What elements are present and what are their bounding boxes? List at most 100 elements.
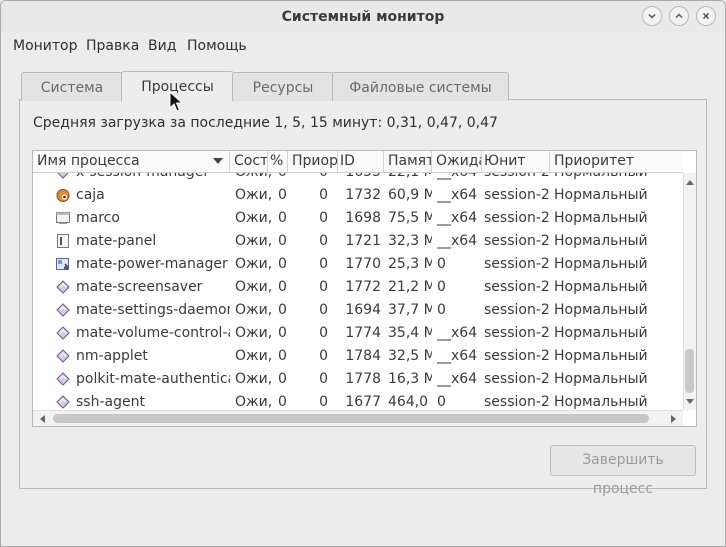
table-row[interactable]: x-session-managerОжи,00165522,1 M__x64se…	[33, 173, 683, 184]
column-header-label: Ожида	[436, 153, 482, 169]
chevron-up-icon	[675, 13, 683, 19]
scroll-down-arrow-icon[interactable]	[686, 399, 694, 405]
process-nice: 0	[319, 348, 328, 364]
process-state: Ожи,	[235, 187, 271, 203]
process-priority: Нормальный	[554, 302, 648, 318]
process-id: 1677	[345, 394, 381, 409]
column-header-state[interactable]: Сост	[230, 151, 268, 172]
process-nice: 0	[319, 371, 328, 387]
end-process-button[interactable]: Завершить процесс	[550, 445, 696, 497]
diamond-icon	[55, 371, 71, 387]
column-header-label: Приоритет	[554, 153, 634, 169]
table-row[interactable]: ssh-agent Ожи, 0 0 1677 464,0 0 session-2. Норма…	[33, 391, 683, 409]
sort-down-icon	[213, 158, 223, 164]
window-title: Системный монитор	[281, 9, 445, 25]
process-name: x-session-manager	[76, 173, 230, 184]
maximize-button[interactable]	[669, 6, 689, 26]
vertical-scrollbar[interactable]	[683, 173, 696, 410]
process-state: Ожи,	[235, 302, 271, 318]
table-row[interactable]: mate-panel Ожи, 0 0 1721 32,3 M __x64 session-2…	[33, 230, 683, 253]
process-waiting-channel: __x64	[437, 325, 478, 341]
process-memory: 37,7 M	[388, 302, 432, 318]
diamond-icon	[55, 348, 71, 364]
process-unit: session-2.	[484, 371, 550, 387]
column-header-nice[interactable]: Приор	[288, 151, 338, 172]
column-header-priority[interactable]: Приоритет	[550, 151, 683, 172]
process-state: Ожи,	[235, 325, 271, 341]
column-header-label: %	[270, 153, 284, 169]
process-waiting-channel: __x64	[437, 371, 478, 387]
chevron-down-icon	[648, 13, 656, 19]
menu-edit[interactable]: Правка	[86, 38, 139, 54]
table-row[interactable]: mate-volume-control-a Ожи, 0 0 1774 35,4 M __x…	[33, 322, 683, 345]
table-row[interactable]: polkit-mate-authentica Ожи, 0 0 1778 16,3 M __…	[33, 368, 683, 391]
process-waiting-channel: __x64	[437, 348, 478, 364]
titlebar[interactable]: Системный монитор	[1, 1, 725, 33]
process-unit: session-2.	[484, 256, 550, 272]
process-id: 1784	[345, 348, 381, 364]
horizontal-scroll-thumb[interactable]	[53, 414, 649, 423]
column-header-memory[interactable]: Памят	[384, 151, 432, 172]
process-state: Ожи,	[235, 256, 271, 272]
system-monitor-window: Системный монитор Монитор Правка Вид Пом…	[0, 0, 726, 547]
process-priority: Нормальный	[554, 256, 648, 272]
scroll-left-arrow-icon[interactable]	[39, 415, 45, 423]
process-priority: Нормальный	[554, 371, 648, 387]
minimize-button[interactable]	[642, 6, 662, 26]
scroll-up-arrow-icon[interactable]	[686, 179, 694, 185]
menubar: Монитор Правка Вид Помощь	[1, 33, 725, 59]
column-header-cpu[interactable]: %	[268, 151, 288, 172]
process-state: Ожи,	[235, 348, 271, 364]
column-header-waiting[interactable]: Ожида	[432, 151, 482, 172]
column-header-label: Имя процесса	[37, 153, 140, 169]
process-state: Ожи,	[235, 233, 271, 249]
process-priority: Нормальный	[554, 394, 648, 409]
process-nice: 0	[319, 394, 328, 409]
process-nice: 0	[319, 233, 328, 249]
column-header-label: Приор	[292, 153, 338, 169]
process-state: Ожи,	[235, 371, 271, 387]
caja-icon	[55, 187, 71, 203]
table-row[interactable]: nm-applet Ожи, 0 0 1784 32,5 M __x64 session-2.…	[33, 345, 683, 368]
tab-resources[interactable]: Ресурсы	[232, 72, 334, 101]
process-unit: session-2.	[484, 325, 550, 341]
process-nice: 0	[319, 187, 328, 203]
diamond-icon	[55, 325, 71, 341]
panel-icon	[55, 233, 71, 249]
process-memory: 75,5 M	[388, 210, 432, 226]
column-header-label: Юнит	[484, 153, 526, 169]
column-header-name[interactable]: Имя процесса	[33, 151, 230, 172]
column-header-unit[interactable]: Юнит	[482, 151, 550, 172]
process-unit: session-2.	[484, 302, 550, 318]
process-id: 1655	[333, 173, 381, 184]
process-waiting-channel: 0	[437, 302, 446, 318]
vertical-scroll-thumb[interactable]	[685, 349, 694, 393]
horizontal-scrollbar[interactable]	[33, 410, 683, 426]
column-header-id[interactable]: ID	[338, 151, 384, 172]
menu-help[interactable]: Помощь	[187, 38, 247, 54]
process-memory: 60,9 M	[388, 187, 432, 203]
tab-system[interactable]: Система	[21, 72, 123, 101]
process-state: Ожи,	[235, 394, 271, 409]
table-row[interactable]: mate-settings-daemon Ожи, 0 0 1694 37,7 M 0 ses…	[33, 299, 683, 322]
process-waiting-channel: 0	[437, 279, 446, 295]
process-table: Имя процесса Сост % Приор ID Памят Ожида…	[32, 150, 697, 427]
table-row[interactable]: mate-power-manager Ожи, 0 0 1770 25,3 M 0 sessi…	[33, 253, 683, 276]
process-unit: session-2.	[484, 187, 550, 203]
column-header-label: ID	[340, 153, 355, 169]
menu-monitor[interactable]: Монитор	[13, 38, 78, 54]
close-button[interactable]	[696, 6, 716, 26]
process-name: nm-applet	[76, 348, 148, 364]
table-row[interactable]: marco Ожи, 0 0 1698 75,5 M __x64 session-2. Норм…	[33, 207, 683, 230]
scroll-right-arrow-icon[interactable]	[671, 415, 677, 423]
table-row[interactable]: caja Ожи, 0 0 1732 60,9 M __x64 session-2. Норма…	[33, 184, 683, 207]
diamond-icon	[55, 279, 71, 295]
table-row[interactable]: mate-screensaver Ожи, 0 0 1772 21,2 M 0 session…	[33, 276, 683, 299]
process-state: Ожи,	[235, 210, 271, 226]
column-header-label: Сост	[234, 153, 268, 169]
column-header-label: Памят	[388, 153, 432, 169]
tab-filesystems[interactable]: Файловые системы	[332, 72, 509, 101]
process-memory: 22,1 M	[388, 173, 432, 184]
process-name: mate-power-manager	[76, 256, 228, 272]
menu-view[interactable]: Вид	[148, 38, 176, 54]
